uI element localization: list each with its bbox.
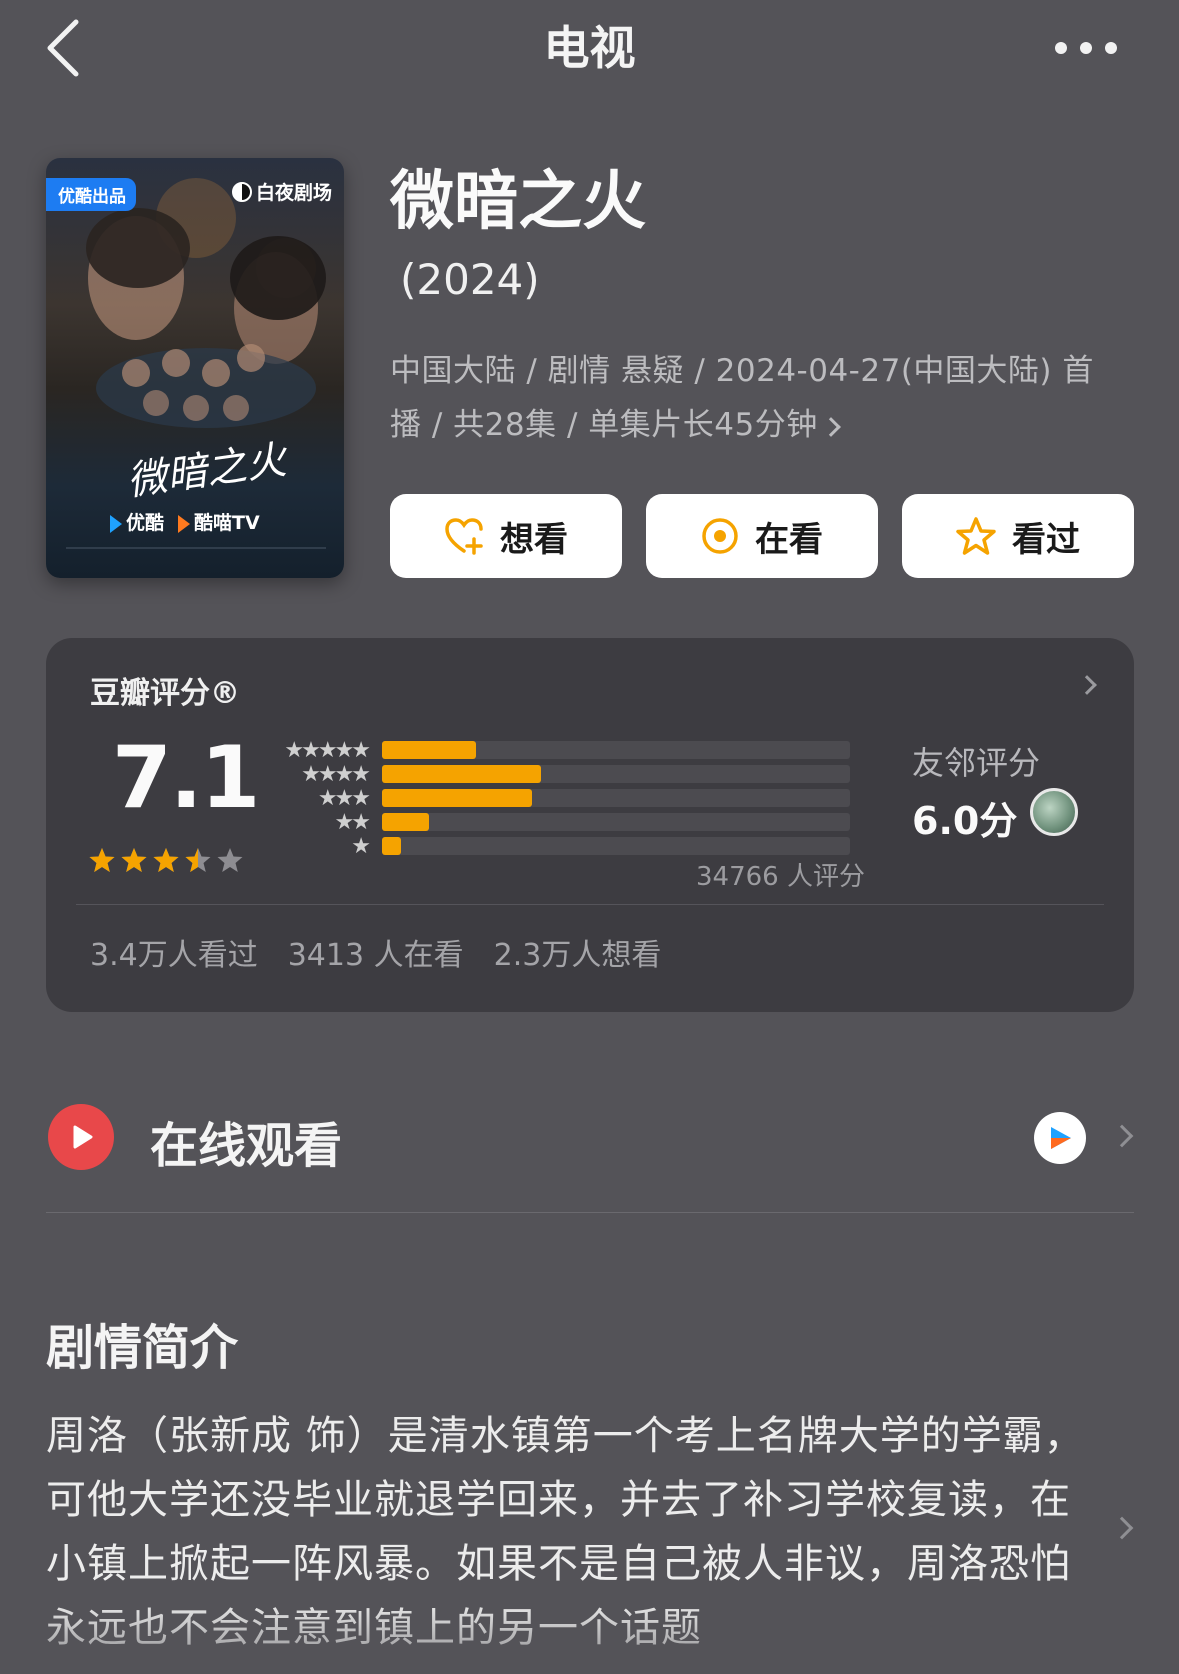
- show-year: (2024): [400, 255, 540, 304]
- online-watch-label[interactable]: 在线观看: [150, 1106, 342, 1176]
- friend-rating-value: 6.0分: [912, 799, 1018, 843]
- poster-brand: 白夜剧场: [231, 178, 332, 205]
- want-to-watch-label: 想看: [500, 519, 568, 560]
- brand-logo-icon: [231, 181, 252, 202]
- play-triangle-icon: [73, 1125, 93, 1149]
- page-title: 电视: [543, 21, 636, 75]
- distribution-track: [382, 765, 850, 783]
- distribution-stars-icon: ★★★: [317, 785, 371, 811]
- distribution-row: ★★★★★: [276, 737, 916, 763]
- chevron-right-icon[interactable]: [1110, 1124, 1134, 1148]
- distribution-bar: [382, 837, 401, 855]
- distribution-track: [382, 813, 850, 831]
- distribution-stars-icon: ★★: [334, 809, 371, 835]
- poster-platform-kumiao: 酷喵TV: [178, 508, 260, 535]
- star-icon: [89, 848, 115, 872]
- star-icon: [153, 848, 179, 872]
- youku-logo-icon: [1051, 1127, 1071, 1149]
- heart-plus-icon: [445, 518, 483, 555]
- distribution-track: [382, 837, 850, 855]
- distribution-bar: [382, 813, 429, 831]
- chevron-right-icon: [820, 416, 841, 437]
- divider: [76, 904, 1104, 905]
- stat-watched: 3.4万人看过: [90, 938, 258, 973]
- stat-want: 2.3万人想看: [493, 938, 662, 973]
- more-horizontal-icon[interactable]: [1053, 38, 1119, 58]
- distribution-stars-icon: ★★★★: [301, 761, 371, 787]
- rating-count: 34766 人评分: [696, 862, 865, 892]
- distribution-track: [382, 789, 850, 807]
- want-to-watch-button[interactable]: 想看: [390, 494, 622, 578]
- star-icon: [121, 848, 147, 872]
- friend-rating-label: 友邻评分: [912, 744, 1041, 782]
- bottom-fade: [0, 1600, 1179, 1674]
- poster-brand-text: 白夜剧场: [255, 182, 332, 204]
- poster-platform-youku: 优酷: [110, 508, 164, 535]
- youku-icon: [110, 514, 122, 533]
- chevron-right-icon[interactable]: [1110, 1516, 1134, 1540]
- rating-score: 7.1: [112, 728, 260, 828]
- divider: [46, 1212, 1134, 1213]
- show-meta[interactable]: 中国大陆 / 剧情 悬疑 / 2024-04-27(中国大陆) 首播 / 共28…: [390, 344, 1120, 452]
- distribution-stars-icon: ★★★★★: [284, 737, 371, 763]
- distribution-bar: [382, 765, 542, 783]
- distribution-row: ★: [276, 833, 916, 859]
- chevron-right-icon: [1077, 675, 1097, 695]
- watching-button[interactable]: 在看: [646, 494, 878, 578]
- distribution-row: ★★★: [276, 785, 916, 811]
- rating-stats: 3.4万人看过 3413 人在看 2.3万人想看: [90, 930, 661, 974]
- star-icon: [185, 848, 211, 872]
- star-outline-icon: [956, 517, 996, 555]
- poster-image[interactable]: 优酷出品 白夜剧场 微暗之火 优酷 酷喵TV: [46, 158, 344, 578]
- poster-tag: 优酷出品: [46, 178, 136, 211]
- distribution-row: ★★★★: [276, 761, 916, 787]
- distribution-row: ★★: [276, 809, 916, 835]
- watched-label: 看过: [1012, 519, 1080, 560]
- youku-icon[interactable]: [1034, 1112, 1086, 1164]
- stat-watching: 3413 人在看: [287, 938, 464, 973]
- distribution-track: [382, 741, 850, 759]
- rating-label: 豆瓣评分®: [90, 676, 240, 711]
- rating-stars: [88, 846, 244, 874]
- synopsis-title: 剧情简介: [46, 1320, 239, 1376]
- distribution-bar: [382, 789, 532, 807]
- watching-label: 在看: [755, 519, 823, 560]
- play-icon[interactable]: [48, 1104, 114, 1170]
- show-meta-text: 中国大陆 / 剧情 悬疑 / 2024-04-27(中国大陆) 首播 / 共28…: [390, 353, 1094, 443]
- watched-button[interactable]: 看过: [902, 494, 1134, 578]
- rating-distribution: ★★★★★ ★★★★ ★★★ ★★ ★: [276, 737, 916, 859]
- show-title: 微暗之火: [390, 165, 646, 239]
- target-icon: [702, 518, 738, 554]
- kumiao-icon: [178, 514, 191, 533]
- avatar[interactable]: [1030, 788, 1078, 836]
- poster-platforms: 优酷 酷喵TV: [110, 508, 260, 535]
- rating-card[interactable]: 豆瓣评分® 7.1 ★★★★★ ★★★★ ★★★ ★★ ★ 34766 人评分 友邻评分…: [46, 638, 1134, 1012]
- distribution-stars-icon: ★: [351, 833, 371, 859]
- distribution-bar: [382, 741, 476, 759]
- star-icon: [217, 848, 243, 872]
